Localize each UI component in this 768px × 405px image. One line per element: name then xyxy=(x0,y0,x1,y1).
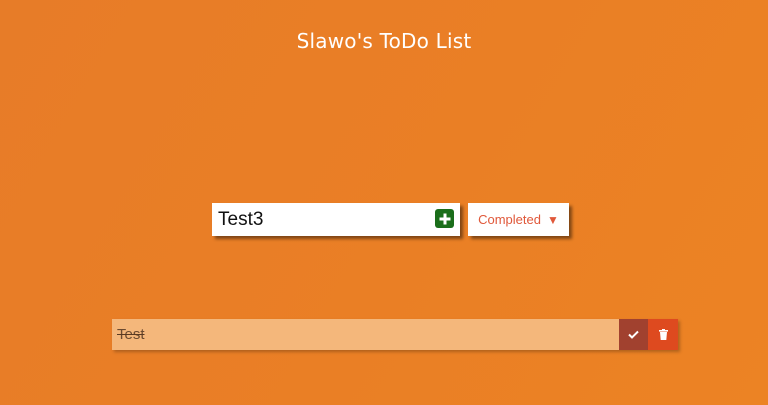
page-title: Slawo's ToDo List xyxy=(296,29,472,54)
filter-selected-label: Completed xyxy=(478,212,541,227)
todo-list: Test xyxy=(112,319,678,350)
todo-item: Test xyxy=(112,319,678,350)
todo-input[interactable] xyxy=(212,203,422,236)
todo-item-text: Test xyxy=(117,326,145,343)
check-icon xyxy=(628,330,639,339)
triangle-down-icon: ▼ xyxy=(546,212,559,227)
trash-icon xyxy=(658,329,668,340)
add-todo-button[interactable] xyxy=(435,209,454,228)
filter-select[interactable]: Completed ▼ xyxy=(468,203,569,236)
plus-square-icon xyxy=(439,213,451,225)
todo-form: Completed ▼ xyxy=(212,203,569,236)
todo-input-wrapper xyxy=(212,203,460,236)
delete-button[interactable] xyxy=(648,319,678,350)
complete-button[interactable] xyxy=(619,319,648,350)
